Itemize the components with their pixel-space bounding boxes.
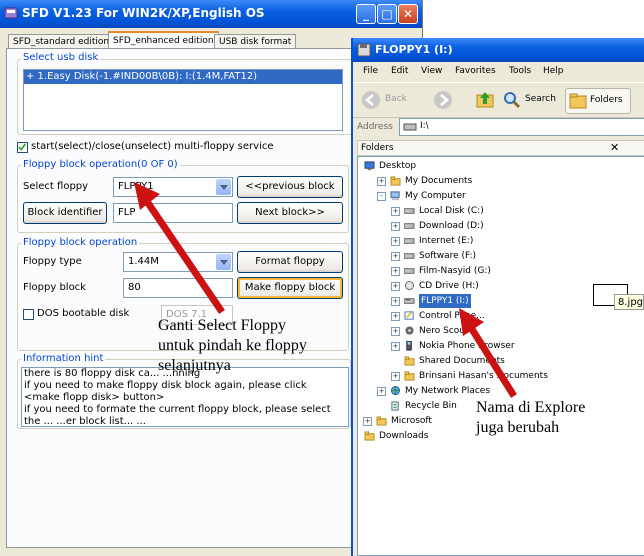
note2-line: juga berubah bbox=[476, 419, 560, 436]
note2-line: Nama di Explore bbox=[476, 399, 586, 416]
annotation-note-1: Ganti Select Floppy untuk pindah ke flop… bbox=[158, 316, 307, 376]
arrow-to-floppy-tree bbox=[459, 308, 517, 398]
note1-line: Ganti Select Floppy bbox=[158, 317, 286, 334]
arrow-to-select-floppy bbox=[134, 182, 225, 314]
annotation-arrows bbox=[134, 182, 517, 398]
note1-line: untuk pindah ke floppy bbox=[158, 337, 307, 354]
note1-line: selanjutnya bbox=[158, 357, 231, 374]
annotation-note-2: Nama di Explore juga berubah bbox=[476, 398, 585, 438]
